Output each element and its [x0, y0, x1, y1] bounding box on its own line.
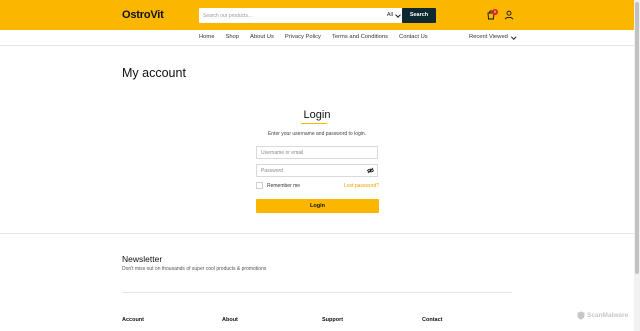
site-logo[interactable]: OstroVit: [122, 9, 164, 21]
search-box: All: [199, 8, 402, 23]
remember-me-label[interactable]: Remember me: [267, 183, 300, 189]
username-field: [256, 146, 378, 159]
password-input[interactable]: [261, 165, 366, 176]
login-heading-underline: [301, 123, 327, 124]
search-button[interactable]: Search: [402, 8, 436, 23]
password-field: [256, 164, 378, 177]
newsletter-title: Newsletter: [122, 254, 163, 264]
login-subtitle: Enter your username and password to logi…: [267, 131, 367, 137]
main-navigation: Home Shop About Us Privacy Policy Terms …: [0, 30, 634, 46]
nav-item-terms[interactable]: Terms and Conditions: [332, 30, 388, 45]
footer-col-about: About: [222, 317, 238, 323]
chevron-down-icon: [511, 34, 517, 39]
nav-item-home[interactable]: Home: [199, 30, 214, 45]
lost-password-link[interactable]: Lost password?: [344, 183, 379, 189]
footer-col-contact: Contact: [422, 317, 443, 323]
scrollbar-thumb[interactable]: [635, 2, 639, 274]
section-divider: [0, 233, 634, 234]
search-category-label: All: [386, 12, 393, 18]
watermark-text: ScanMalware: [587, 312, 629, 319]
search-category-select[interactable]: All: [386, 8, 401, 23]
shield-icon: [577, 311, 585, 320]
username-input[interactable]: [261, 147, 366, 158]
search-input[interactable]: [203, 8, 373, 23]
header-bar: OstroVit All Search 0: [0, 0, 634, 30]
recent-viewed-label: Recent Viewed: [469, 34, 508, 40]
nav-item-privacy-policy[interactable]: Privacy Policy: [285, 30, 321, 45]
nav-item-about-us[interactable]: About Us: [250, 30, 274, 45]
nav-item-shop[interactable]: Shop: [225, 30, 239, 45]
cart-count-badge: 0: [492, 9, 498, 15]
nav-item-contact-us[interactable]: Contact Us: [399, 30, 428, 45]
newsletter-subtitle: Don't miss out on thousands of super coo…: [122, 266, 267, 272]
nav-links: Home Shop About Us Privacy Policy Terms …: [199, 30, 428, 45]
footer-divider: [122, 292, 512, 293]
login-button[interactable]: Login: [256, 199, 379, 213]
login-heading: Login: [303, 109, 331, 121]
chevron-down-icon: [395, 11, 401, 18]
watermark: ScanMalware: [577, 311, 628, 320]
footer-col-account: Account: [122, 317, 144, 323]
remember-me-checkbox[interactable]: [256, 182, 263, 189]
eye-off-icon[interactable]: [367, 167, 374, 174]
recent-viewed-dropdown[interactable]: Recent Viewed: [469, 30, 517, 45]
user-icon[interactable]: [504, 10, 514, 20]
footer-col-support: Support: [322, 317, 344, 323]
page-title: My account: [122, 66, 186, 80]
